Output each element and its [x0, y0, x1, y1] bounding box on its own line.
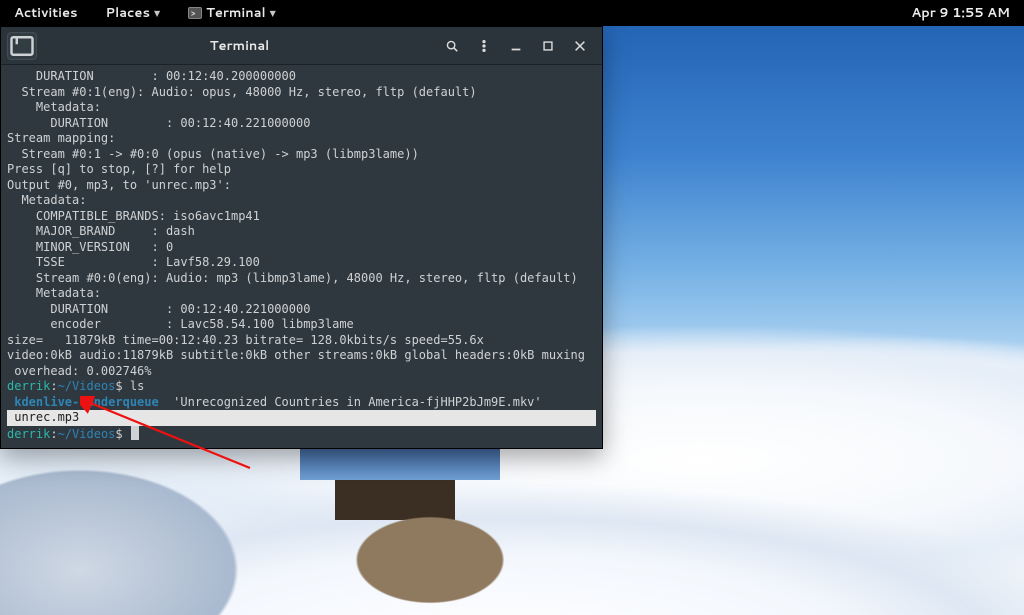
cmd-text: ls: [130, 379, 144, 393]
term-line: video:0kB audio:11879kB subtitle:0kB oth…: [7, 348, 585, 362]
terminal-output[interactable]: DURATION : 00:12:40.200000000 Stream #0:…: [1, 65, 602, 448]
term-line: Stream mapping:: [7, 131, 115, 145]
clock[interactable]: Apr 9 1:55 AM: [905, 4, 1016, 22]
term-line: overhead: 0.002746%: [7, 364, 152, 378]
ls-file-entry: 'Unrecognized Countries in America-fjHHP…: [159, 395, 542, 409]
new-tab-button[interactable]: [7, 32, 37, 60]
term-line: MINOR_VERSION : 0: [7, 240, 173, 254]
term-line: size= 11879kB time=00:12:40.23 bitrate= …: [7, 333, 484, 347]
places-label: Places: [106, 4, 150, 22]
window-titlebar[interactable]: Terminal: [1, 27, 602, 65]
clock-label: Apr 9 1:55 AM: [911, 4, 1010, 22]
maximize-button[interactable]: [538, 36, 558, 56]
close-button[interactable]: [570, 36, 590, 56]
term-line: Metadata:: [7, 286, 101, 300]
minimize-button[interactable]: [506, 36, 526, 56]
chevron-down-icon: ▼: [154, 7, 160, 19]
places-menu[interactable]: Places ▼: [100, 4, 167, 22]
term-line: encoder : Lavc58.54.100 libmp3lame: [7, 317, 354, 331]
term-line: COMPATIBLE_BRANDS: iso6avc1mp41: [7, 209, 260, 223]
new-tab-icon: [8, 32, 36, 60]
terminal-window: Terminal DURATION :: [0, 26, 603, 449]
chevron-down-icon: ▼: [270, 7, 276, 19]
kebab-menu-icon: [477, 39, 491, 53]
minimize-icon: [509, 39, 523, 53]
maximize-icon: [541, 39, 555, 53]
term-line: Press [q] to stop, [?] for help: [7, 162, 231, 176]
desktop: Activities Places ▼ Terminal ▼ Apr 9 1:5…: [0, 0, 1024, 615]
term-line: Stream #0:1(eng): Audio: opus, 48000 Hz,…: [7, 85, 477, 99]
term-line: TSSE : Lavf58.29.100: [7, 255, 260, 269]
close-icon: [573, 39, 587, 53]
search-icon: [445, 39, 459, 53]
term-line: DURATION : 00:12:40.221000000: [7, 302, 310, 316]
prompt-path: ~/Videos: [58, 427, 116, 441]
menu-button[interactable]: [474, 36, 494, 56]
terminal-cursor: [131, 426, 139, 440]
prompt-dollar: $: [115, 427, 129, 441]
prompt-sep: :: [50, 427, 57, 441]
term-line: DURATION : 00:12:40.200000000: [7, 69, 296, 83]
term-line: Metadata:: [7, 193, 86, 207]
prompt-dollar: $: [115, 379, 129, 393]
appmenu-terminal[interactable]: Terminal ▼: [182, 4, 282, 22]
search-button[interactable]: [442, 36, 462, 56]
activities-button[interactable]: Activities: [8, 4, 84, 22]
prompt-path: ~/Videos: [58, 379, 116, 393]
prompt-user: derrik: [7, 427, 50, 441]
gnome-top-bar: Activities Places ▼ Terminal ▼ Apr 9 1:5…: [0, 0, 1024, 26]
prompt-user: derrik: [7, 379, 50, 393]
ls-file-entry-highlighted: unrec.mp3: [7, 410, 596, 426]
term-line: Stream #0:1 -> #0:0 (opus (native) -> mp…: [7, 147, 419, 161]
terminal-icon: [188, 7, 202, 19]
term-line: DURATION : 00:12:40.221000000: [7, 116, 310, 130]
activities-label: Activities: [14, 4, 78, 22]
term-line: MAJOR_BRAND : dash: [7, 224, 195, 238]
term-line: Stream #0:0(eng): Audio: mp3 (libmp3lame…: [7, 271, 578, 285]
appmenu-label: Terminal: [206, 4, 266, 22]
window-title: Terminal: [37, 37, 442, 55]
term-line: Metadata:: [7, 100, 101, 114]
ls-dir-entry: kdenlive-renderqueue: [7, 395, 159, 409]
term-line: Output #0, mp3, to 'unrec.mp3':: [7, 178, 231, 192]
prompt-sep: :: [50, 379, 57, 393]
